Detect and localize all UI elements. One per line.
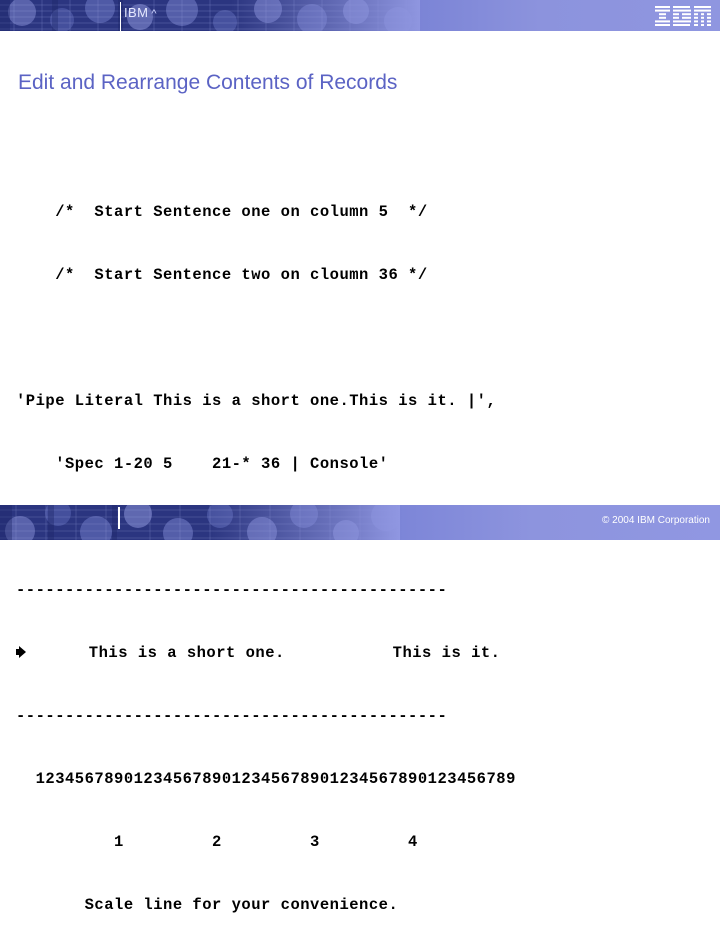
ruler-tens: 1 2 3 4 <box>16 833 418 851</box>
copyright-text: © 2004 IBM Corporation <box>602 515 710 526</box>
header-pattern-fade <box>0 0 420 31</box>
header-brand: IBM ^ <box>124 5 157 20</box>
output-divider-bottom: ----------------------------------------… <box>16 707 448 725</box>
ruler-digits: 1234567890123456789012345678901234567890… <box>16 770 516 788</box>
header-divider-tick <box>120 2 121 31</box>
cursor-arrow-icon <box>16 645 30 659</box>
header-brand-label: IBM <box>124 5 149 20</box>
output-result-row: This is a short one. This is it. <box>16 643 706 664</box>
code-line-spec: 'Spec 1-20 5 21-* 36 | Console' <box>16 455 389 473</box>
code-spacer <box>16 328 706 349</box>
output-result-text: This is a short one. This is it. <box>30 644 501 662</box>
code-line-comment-one: /* Start Sentence one on column 5 */ <box>16 203 428 221</box>
scale-line-caption: Scale line for your convenience. <box>16 896 399 914</box>
slide-footer: © 2004 IBM Corporation <box>0 505 720 540</box>
slide-header: IBM ^ <box>0 0 720 31</box>
eserver-caret-icon: ^ <box>151 8 157 20</box>
ibm-logo-icon <box>655 6 711 26</box>
page-title: Edit and Rearrange Contents of Records <box>18 71 398 94</box>
code-line-comment-two: /* Start Sentence two on cloumn 36 */ <box>16 266 428 284</box>
footer-divider-tick <box>118 507 120 529</box>
code-line-pipe-literal: 'Pipe Literal This is a short one.This i… <box>16 392 497 410</box>
output-divider-top: ----------------------------------------… <box>16 581 448 599</box>
code-block: /* Start Sentence one on column 5 */ /* … <box>16 160 706 937</box>
footer-pattern-fade <box>0 505 400 540</box>
